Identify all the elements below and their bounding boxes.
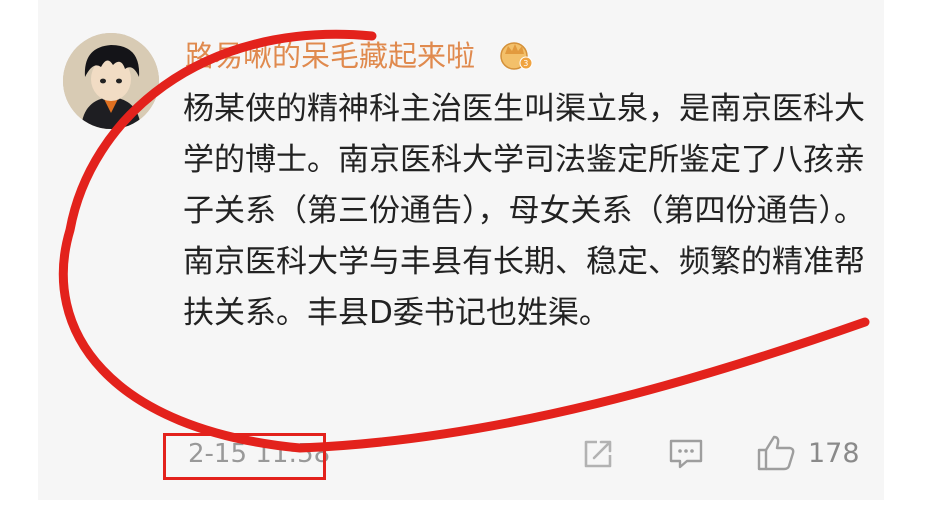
bottom-divider	[0, 500, 930, 528]
user-avatar[interactable]	[63, 33, 159, 129]
username[interactable]: 路易啾的呆毛藏起来啦	[185, 36, 475, 76]
red-highlight-box	[163, 433, 326, 480]
crown-badge-icon: 3	[497, 37, 533, 71]
thumbs-up-icon[interactable]	[755, 432, 797, 474]
left-margin	[0, 0, 38, 528]
share-icon[interactable]	[578, 434, 618, 474]
svg-text:3: 3	[523, 59, 528, 68]
right-margin	[884, 0, 930, 528]
comment-icon[interactable]	[666, 434, 706, 474]
comment-body: 杨某侠的精神科主治医生叫渠立泉，是南京医科大学的博士。南京医科大学司法鉴定所鉴定…	[183, 91, 865, 331]
like-count: 178	[808, 438, 860, 469]
